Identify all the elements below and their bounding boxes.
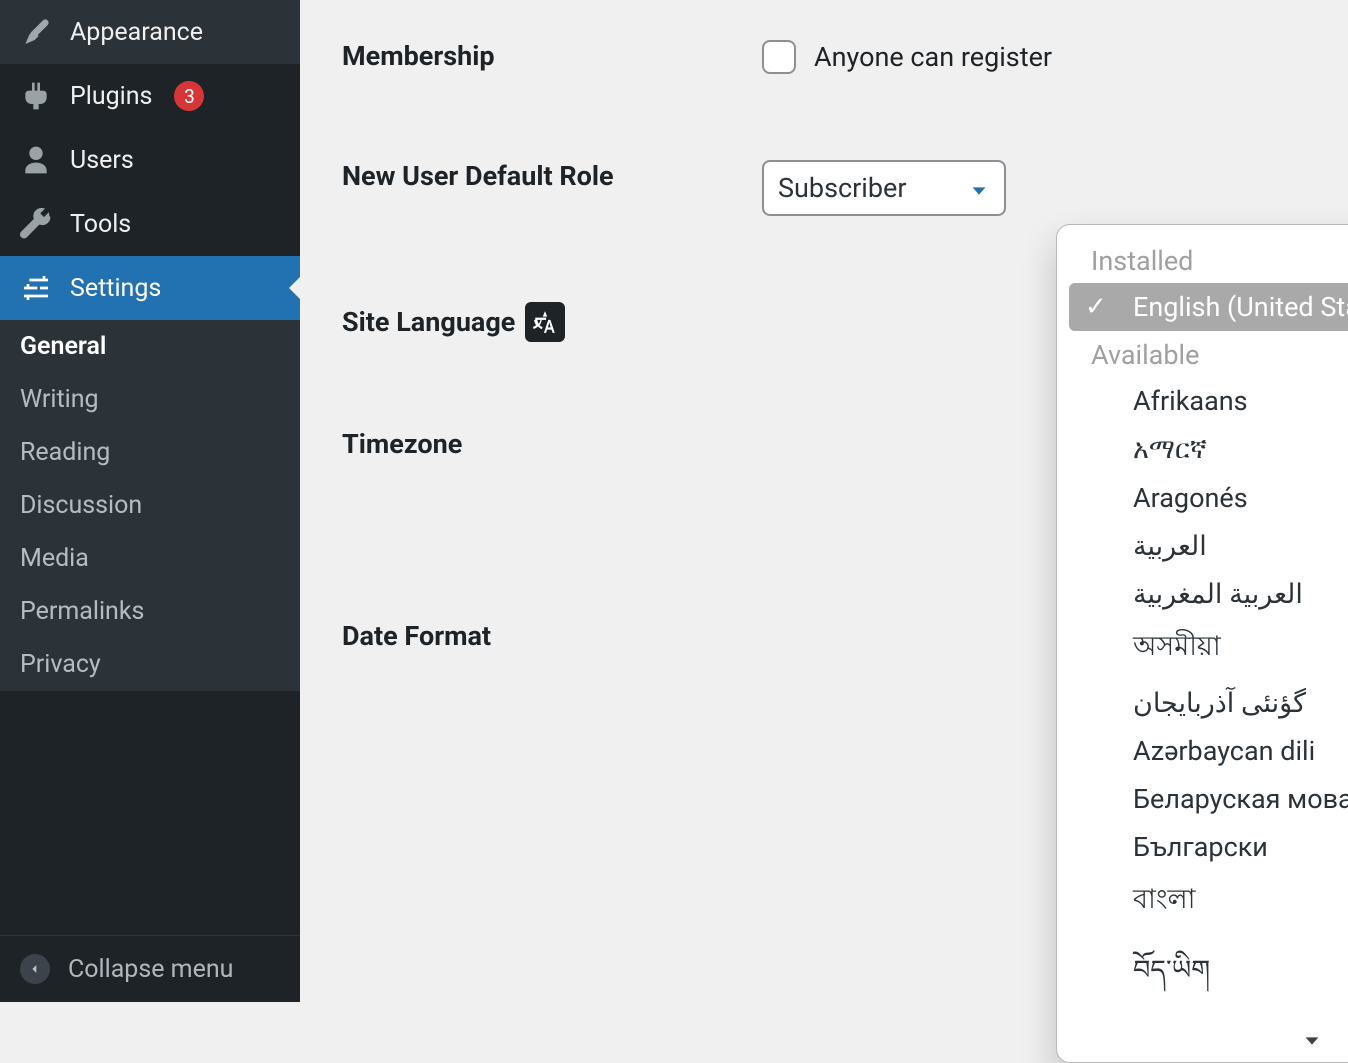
collapse-icon <box>20 954 50 984</box>
submenu-item-reading[interactable]: Reading <box>0 426 300 479</box>
row-new-user-role: New User Default Role Subscriber <box>342 160 1348 216</box>
sidebar-label: Users <box>70 146 134 175</box>
language-option[interactable]: Aragonés <box>1069 474 1348 522</box>
settings-submenu: General Writing Reading Discussion Media… <box>0 320 300 691</box>
label-date-format: Date Format <box>342 620 762 652</box>
language-option[interactable]: Български <box>1069 823 1348 871</box>
label-new-user-role: New User Default Role <box>342 160 762 192</box>
dropdown-group-available: Available <box>1069 331 1348 377</box>
new-user-role-value: Subscriber <box>778 172 907 204</box>
sidebar-label: Plugins <box>70 82 152 111</box>
sidebar-item-plugins[interactable]: Plugins 3 <box>0 64 300 128</box>
site-language-dropdown[interactable]: Installed English (United States) Availa… <box>1056 224 1348 1063</box>
sidebar-label: Appearance <box>70 18 203 47</box>
label-site-language: Site Language <box>342 302 762 342</box>
language-option[interactable]: Беларуская мова <box>1069 775 1348 823</box>
row-membership: Membership Anyone can register <box>342 40 1348 74</box>
collapse-menu-button[interactable]: Collapse menu <box>0 935 300 1002</box>
membership-checkbox-label: Anyone can register <box>814 41 1052 73</box>
language-option[interactable]: Azərbaycan dili <box>1069 727 1348 775</box>
language-option-selected[interactable]: English (United States) <box>1069 283 1348 331</box>
wrench-icon <box>20 208 52 240</box>
app-root: Appearance Plugins 3 Users Tools Setti <box>0 0 1348 1002</box>
sidebar-label: Tools <box>70 210 131 239</box>
sidebar-item-tools[interactable]: Tools <box>0 192 300 256</box>
admin-sidebar: Appearance Plugins 3 Users Tools Setti <box>0 0 300 1002</box>
new-user-role-select[interactable]: Subscriber <box>762 160 1006 216</box>
language-option[interactable]: گؤنئی آذربایجان <box>1069 679 1348 727</box>
user-icon <box>20 144 52 176</box>
submenu-item-permalinks[interactable]: Permalinks <box>0 585 300 638</box>
sidebar-label: Settings <box>70 274 161 303</box>
submenu-item-writing[interactable]: Writing <box>0 373 300 426</box>
plug-icon <box>20 80 52 112</box>
language-option[interactable]: Afrikaans <box>1069 377 1348 425</box>
update-badge: 3 <box>174 81 204 111</box>
submenu-item-general[interactable]: General <box>0 320 300 373</box>
label-membership: Membership <box>342 40 762 72</box>
language-option[interactable]: বাংলা <box>1069 871 1348 932</box>
paintbrush-icon <box>20 16 52 48</box>
dropdown-group-installed: Installed <box>1069 237 1348 283</box>
collapse-label: Collapse menu <box>68 955 233 984</box>
language-option[interactable]: العربية المغربية <box>1069 570 1348 618</box>
settings-form: Membership Anyone can register New User … <box>300 0 1348 1002</box>
membership-checkbox[interactable] <box>762 40 796 74</box>
available-list: AfrikaansአማርኛAragonésالعربيةالعربية المغ… <box>1069 377 1348 1024</box>
language-option[interactable]: العربية <box>1069 522 1348 570</box>
sidebar-item-users[interactable]: Users <box>0 128 300 192</box>
language-option[interactable]: অসমীয়া <box>1069 618 1348 679</box>
dropdown-scroll-down-icon[interactable] <box>1069 1024 1348 1062</box>
translate-icon <box>525 302 565 342</box>
submenu-item-privacy[interactable]: Privacy <box>0 638 300 691</box>
sidebar-item-appearance[interactable]: Appearance <box>0 0 300 64</box>
language-option[interactable]: བོད་ཡིག <box>1069 932 1348 1024</box>
sliders-icon <box>20 272 52 304</box>
label-timezone: Timezone <box>342 428 762 460</box>
language-option[interactable]: አማርኛ <box>1069 425 1348 474</box>
collapse-wrap: Collapse menu <box>0 935 300 1002</box>
chevron-down-icon <box>968 177 990 199</box>
sidebar-item-settings[interactable]: Settings <box>0 256 300 320</box>
submenu-item-discussion[interactable]: Discussion <box>0 479 300 532</box>
membership-checkbox-wrap[interactable]: Anyone can register <box>762 40 1348 74</box>
submenu-item-media[interactable]: Media <box>0 532 300 585</box>
